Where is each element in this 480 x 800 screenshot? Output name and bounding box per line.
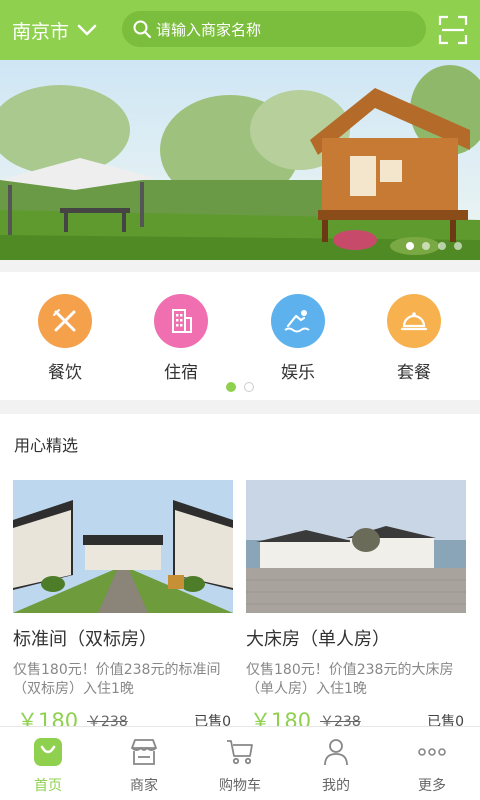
category-label: 餐饮 [48,363,82,383]
product-photo [13,480,233,613]
tab-cart[interactable]: 购物车 [192,737,288,795]
product-card[interactable]: 大床房（单人房） 仅售180元！价值238元的大床房（单人房）入住1晚 ￥180… [246,480,466,733]
bag-icon [34,738,62,766]
banner-indicator [406,242,462,250]
tab-label: 更多 [418,778,446,794]
category-grid: 餐饮 住宿 娱乐 套餐 [0,272,480,400]
banner-dot [438,242,446,250]
search-bar[interactable]: 请输入商家名称 [122,11,426,47]
featured-section: 用心精选 标准间（双标房） 仅售180元！价值238元的标准间（双标房）入住1晚… [0,414,480,733]
banner-dot [422,242,430,250]
category-label: 娱乐 [281,363,315,383]
bottom-tab-bar: 首页 商家 购物车 我的 更多 [0,726,480,800]
product-name: 标准间（双标房） [13,629,157,650]
category-label: 套餐 [397,363,431,383]
chevron-down-icon [77,24,97,36]
category-package[interactable]: 套餐 [364,294,464,383]
product-photo [246,480,466,613]
city-label: 南京市 [12,20,70,43]
swimming-icon [271,294,325,348]
pager-dot[interactable] [226,382,236,392]
cart-icon [227,740,253,765]
section-title: 用心精选 [14,436,79,455]
category-label: 住宿 [164,363,198,383]
tab-home[interactable]: 首页 [0,737,96,795]
pager-dot[interactable] [244,382,254,392]
scan-icon[interactable] [438,15,468,45]
cloche-icon [387,294,441,348]
city-selector[interactable]: 南京市 [12,16,97,44]
product-description: 仅售180元！价值238元的大床房（单人房）入住1晚 [246,662,454,697]
tab-label: 商家 [130,778,158,794]
tab-mine[interactable]: 我的 [288,737,384,795]
top-bar: 南京市 请输入商家名称 [0,0,480,60]
category-pager [226,382,254,392]
banner-dot [406,242,414,250]
store-icon [131,739,157,765]
search-icon [133,20,152,39]
utensils-icon [38,294,92,348]
category-lodging[interactable]: 住宿 [131,294,231,383]
tab-more[interactable]: 更多 [384,737,480,795]
tab-label: 我的 [322,778,350,794]
product-name: 大床房（单人房） [246,629,390,650]
tab-label: 首页 [34,778,62,794]
tab-label: 购物车 [219,778,261,794]
product-description: 仅售180元！价值238元的标准间（双标房）入住1晚 [13,662,221,697]
banner-image [0,60,480,260]
banner-carousel[interactable] [0,60,480,260]
search-placeholder: 请输入商家名称 [156,20,262,39]
product-card[interactable]: 标准间（双标房） 仅售180元！价值238元的标准间（双标房）入住1晚 ￥180… [13,480,233,733]
category-dining[interactable]: 餐饮 [15,294,115,383]
banner-dot [454,242,462,250]
more-icon [418,748,446,756]
tab-merchants[interactable]: 商家 [96,737,192,795]
person-icon [324,739,348,766]
category-entertainment[interactable]: 娱乐 [248,294,348,383]
building-icon [154,294,208,348]
